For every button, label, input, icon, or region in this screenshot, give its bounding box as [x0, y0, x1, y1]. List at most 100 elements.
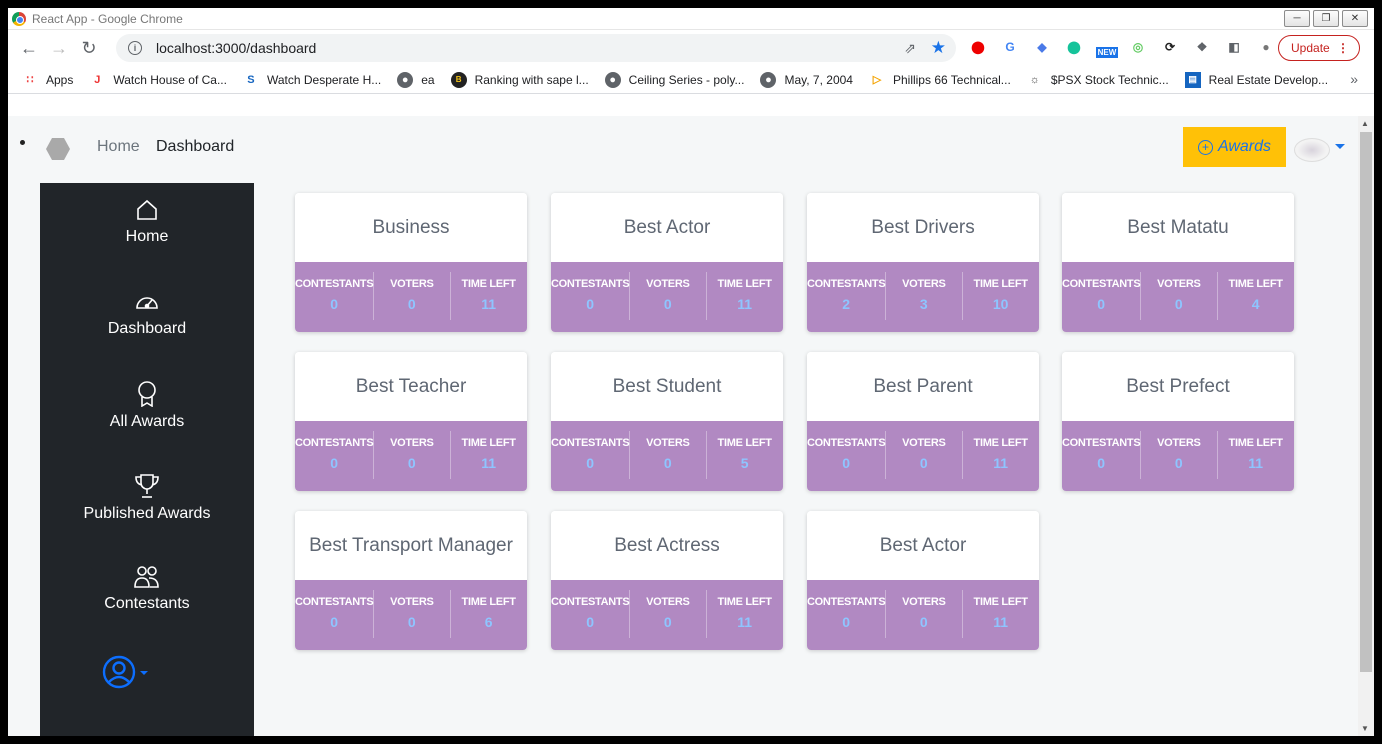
- stat-value: 0: [586, 614, 595, 630]
- stat-voters: VOTERS 3: [885, 262, 962, 332]
- award-icon: [138, 381, 156, 407]
- bookmark-apps[interactable]: ∷ Apps: [22, 72, 74, 88]
- bookmark-star-icon[interactable]: ★: [931, 38, 946, 58]
- sidebar-item-contestants[interactable]: Contestants: [40, 565, 254, 613]
- stat-value: 0: [919, 614, 928, 630]
- address-bar[interactable]: i localhost:3000/dashboard ⇗ ★: [116, 34, 956, 62]
- chevron-down-icon[interactable]: [1335, 144, 1345, 149]
- back-button[interactable]: ←: [16, 35, 42, 61]
- opera-ext-icon[interactable]: ⬤: [968, 37, 988, 57]
- awards-button[interactable]: + Awards: [1183, 127, 1286, 167]
- sidebar-item-home[interactable]: Home: [40, 198, 254, 246]
- stat-voters: VOTERS 0: [373, 262, 450, 332]
- app-logo-icon[interactable]: [46, 138, 70, 160]
- target-ext-icon[interactable]: ◎: [1128, 37, 1148, 57]
- plus-circle-icon: +: [1197, 139, 1213, 155]
- scroll-down-icon[interactable]: ▼: [1361, 724, 1369, 733]
- award-card[interactable]: Best Parent CONTESTANTS 0 VOTERS 0 TIME LEFT 1…: [807, 352, 1039, 491]
- side-panel-icon[interactable]: ◧: [1224, 37, 1244, 57]
- sidebar-item-published-awards[interactable]: Published Awards: [40, 473, 254, 523]
- bookmarks-bar: ∷ Apps J Watch House of Ca... S Watch Despe…: [8, 66, 1374, 94]
- bookmark-item[interactable]: ● Ceiling Series - poly...: [604, 71, 744, 88]
- bookmark-item[interactable]: S Watch Desperate H...: [243, 72, 381, 88]
- restore-button[interactable]: ❐: [1313, 10, 1339, 27]
- profile-avatar-icon[interactable]: ●: [1256, 37, 1276, 57]
- award-card[interactable]: Best Matatu CONTESTANTS 0 VOTERS 0 TIME LEFT 4: [1062, 193, 1294, 332]
- stat-label: VOTERS: [390, 596, 434, 608]
- bookmark-item[interactable]: ☼ $PSX Stock Technic...: [1027, 72, 1169, 88]
- sync-ext-icon[interactable]: ⟳: [1160, 37, 1180, 57]
- stat-value: 0: [1174, 296, 1183, 312]
- stat-value: 0: [663, 455, 672, 471]
- stat-label: CONTESTANTS: [807, 596, 886, 608]
- bookmark-item[interactable]: ● May, 7, 2004: [760, 71, 853, 88]
- tv-logo-icon: J: [94, 73, 101, 86]
- site-info-icon[interactable]: i: [128, 41, 142, 55]
- bookmark-item[interactable]: ▤ Real Estate Develop...: [1184, 71, 1328, 88]
- scroll-up-icon[interactable]: ▲: [1361, 119, 1369, 128]
- award-card[interactable]: Best Student CONTESTANTS 0 VOTERS 0 TIME LEFT…: [551, 352, 783, 491]
- update-button[interactable]: Update ⋮: [1278, 35, 1360, 61]
- bookmark-item[interactable]: J Watch House of Ca...: [89, 72, 227, 88]
- bookmark-item[interactable]: B Ranking with sape l...: [450, 71, 589, 88]
- stat-value: 0: [330, 296, 339, 312]
- award-title: Best Student: [551, 352, 783, 421]
- award-title: Business: [295, 193, 527, 262]
- sidebar-item-label: All Awards: [109, 413, 185, 430]
- award-card[interactable]: Best Drivers CONTESTANTS 2 VOTERS 3 TIME LEFT…: [807, 193, 1039, 332]
- sidebar-user-menu[interactable]: [102, 655, 150, 689]
- new-ext-icon[interactable]: NEW: [1094, 37, 1120, 58]
- bookmark-item[interactable]: ● ea: [397, 71, 435, 88]
- award-card[interactable]: Business CONTESTANTS 0 VOTERS 0 TIME LEFT 11: [295, 193, 527, 332]
- page-scrollbar[interactable]: ▲ ▼: [1358, 116, 1374, 736]
- award-card[interactable]: Best Teacher CONTESTANTS 0 VOTERS 0 TIME LEFT…: [295, 352, 527, 491]
- sidebar-item-dashboard[interactable]: Dashboard: [40, 290, 254, 338]
- stat-value: 0: [407, 614, 416, 630]
- stat-label: TIME LEFT: [461, 278, 516, 290]
- stat-value: 0: [919, 455, 928, 471]
- sidebar-item-all-awards[interactable]: All Awards: [40, 381, 254, 431]
- chrome-logo-icon: [12, 11, 26, 26]
- stat-label: TIME LEFT: [461, 596, 516, 608]
- chart-icon: ▤: [1184, 71, 1201, 88]
- stat-label: VOTERS: [902, 278, 946, 290]
- puzzle-ext-icon[interactable]: ❖: [1192, 37, 1212, 57]
- translate-ext-icon[interactable]: G: [1000, 37, 1020, 57]
- stat-time-left: TIME LEFT 5: [706, 421, 783, 491]
- stat-value: 11: [737, 296, 753, 312]
- url-text[interactable]: localhost:3000/dashboard: [156, 40, 316, 56]
- award-card[interactable]: Best Transport Manager CONTESTANTS 0 VOTERS…: [295, 511, 527, 650]
- stat-label: TIME LEFT: [461, 437, 516, 449]
- stat-value: 0: [330, 455, 339, 471]
- stat-time-left: TIME LEFT 11: [450, 421, 527, 491]
- scrollbar-thumb[interactable]: [1360, 132, 1372, 672]
- sidebar-item-label: Dashboard: [107, 320, 187, 337]
- stat-contestants: CONTESTANTS 0: [295, 262, 374, 332]
- award-title: Best Drivers: [807, 193, 1039, 262]
- stat-contestants: CONTESTANTS 0: [1062, 421, 1141, 491]
- minimize-button[interactable]: ─: [1284, 10, 1310, 27]
- forward-button[interactable]: →: [46, 35, 72, 61]
- award-stats: CONTESTANTS 2 VOTERS 3 TIME LEFT 10: [807, 262, 1039, 332]
- award-card[interactable]: Best Prefect CONTESTANTS 0 VOTERS 0 TIME LEFT…: [1062, 352, 1294, 491]
- stat-contestants: CONTESTANTS 0: [295, 421, 374, 491]
- grammarly-ext-icon[interactable]: ⬤: [1064, 37, 1084, 57]
- more-menu-icon[interactable]: ⋮: [1337, 41, 1349, 55]
- share-icon[interactable]: ⇗: [904, 40, 916, 57]
- sidebar-item-label: Home: [125, 228, 169, 245]
- bookmarks-overflow-icon[interactable]: »: [1350, 71, 1358, 87]
- bookmark-item[interactable]: ▷ Phillips 66 Technical...: [869, 72, 1011, 88]
- cap-ext-icon[interactable]: ◆: [1032, 37, 1052, 57]
- award-stats: CONTESTANTS 0 VOTERS 0 TIME LEFT 11: [295, 262, 527, 332]
- reload-button[interactable]: ↻: [76, 35, 102, 61]
- stat-voters: VOTERS 0: [373, 580, 450, 650]
- nav-link-home[interactable]: Home: [97, 138, 140, 156]
- award-card[interactable]: Best Actor CONTESTANTS 0 VOTERS 0 TIME LEFT 11: [807, 511, 1039, 650]
- award-card[interactable]: Best Actress CONTESTANTS 0 VOTERS 0 TIME LEFT…: [551, 511, 783, 650]
- stat-contestants: CONTESTANTS 2: [807, 262, 886, 332]
- close-window-button[interactable]: ✕: [1342, 10, 1368, 27]
- nav-link-dashboard[interactable]: Dashboard: [156, 138, 234, 156]
- user-avatar[interactable]: [1294, 138, 1330, 162]
- stat-voters: VOTERS 0: [373, 421, 450, 491]
- award-card[interactable]: Best Actor CONTESTANTS 0 VOTERS 0 TIME LEFT 11: [551, 193, 783, 332]
